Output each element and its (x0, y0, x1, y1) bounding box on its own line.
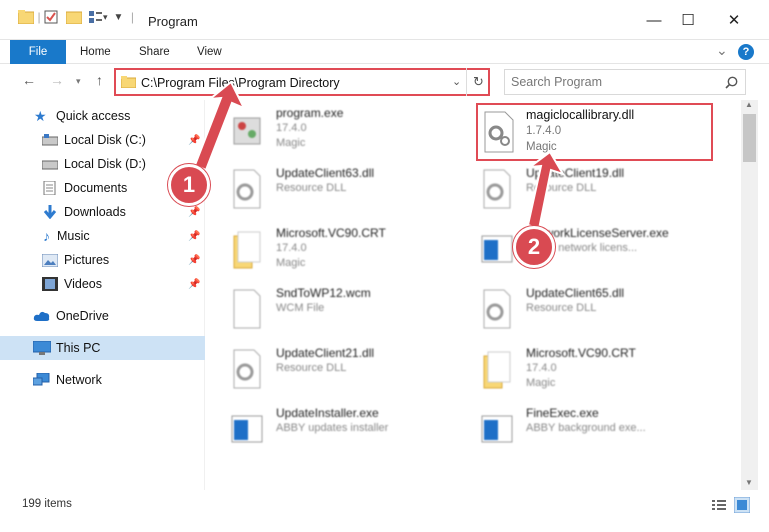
dll-file-icon (233, 349, 261, 389)
recent-locations-icon[interactable]: ▾ (76, 76, 81, 87)
search-placeholder: Search Program (511, 75, 603, 89)
document-file-icon (233, 289, 261, 329)
item-count: 199 items (22, 498, 72, 510)
file-item[interactable]: UpdateClient63.dll Resource DLL (216, 164, 456, 220)
pin-icon[interactable]: 📌 (188, 231, 200, 242)
scroll-down-icon[interactable]: ▼ (745, 478, 753, 487)
quick-access-toolbar: | ▾ ▼ | (18, 10, 137, 24)
dll-file-icon (484, 111, 514, 153)
drive-icon (42, 134, 58, 146)
maximize-button[interactable]: ☐ (665, 0, 711, 40)
title-bar: | ▾ ▼ | Program — ☐ ✕ (0, 0, 769, 40)
scrollbar-thumb[interactable] (743, 114, 756, 162)
address-dropdown-icon[interactable]: ⌄ (452, 75, 461, 88)
search-input[interactable]: Search Program (504, 69, 746, 95)
file-item[interactable]: UpdateClient65.dll Resource DLL (466, 284, 706, 340)
new-folder-icon[interactable] (66, 10, 82, 24)
annotation-badge-2: 2 (513, 226, 555, 268)
file-item[interactable]: Microsoft.VC90.CRT 17.4.0 Magic (216, 224, 456, 280)
file-item[interactable]: UpdateInstaller.exe ABBY updates install… (216, 404, 456, 460)
address-bar[interactable]: C:\Program Files\Program Directory ⌄ ↻ (114, 68, 490, 96)
app-file-icon (481, 235, 513, 263)
forward-arrow-icon[interactable]: → (50, 72, 64, 88)
search-icon (725, 76, 738, 89)
ribbon-tabs: File Home Share View ⌄ ? (0, 40, 769, 64)
music-icon: ♪ (43, 228, 50, 244)
folder-icon (483, 351, 511, 389)
properties-icon[interactable] (44, 10, 58, 24)
file-item-highlighted[interactable]: magiclocallibrary.dll 1.7.4.0 Magic (476, 103, 713, 161)
folder-icon (233, 231, 261, 269)
folder-icon[interactable] (18, 10, 34, 24)
file-item[interactable]: UpdateClient21.dll Resource DLL (216, 344, 456, 400)
cloud-icon (33, 311, 50, 321)
sidebar-item-quick-access[interactable]: ★ Quick access (0, 104, 205, 128)
network-icon (33, 373, 50, 386)
pictures-icon (42, 253, 58, 267)
refresh-icon[interactable]: ↻ (473, 74, 484, 90)
chevron-down-icon[interactable]: ▾ (103, 12, 108, 23)
dll-file-icon (233, 169, 261, 209)
pin-icon[interactable]: 📌 (188, 207, 200, 218)
close-button[interactable]: ✕ (711, 0, 757, 40)
pin-icon[interactable]: 📌 (188, 255, 200, 266)
status-bar: 199 items (0, 490, 769, 532)
annotation-badge-1: 1 (168, 164, 210, 206)
back-arrow-icon[interactable]: ← (22, 72, 36, 88)
collapse-ribbon-icon[interactable]: ⌄ (716, 42, 728, 59)
dll-file-icon (483, 169, 511, 209)
pin-icon[interactable]: 📌 (188, 279, 200, 290)
sidebar-item-this-pc[interactable]: This PC (0, 336, 205, 360)
dll-file-icon (483, 289, 511, 329)
documents-icon (43, 181, 56, 195)
file-item[interactable]: Microsoft.VC90.CRT 17.4.0 Magic (466, 344, 706, 400)
file-version: 1.7.4.0 (526, 125, 562, 137)
videos-icon (42, 277, 58, 291)
view-icon[interactable] (88, 10, 102, 24)
computer-icon (33, 341, 51, 355)
pin-icon[interactable]: 📌 (188, 135, 200, 146)
large-icons-view-icon[interactable] (734, 497, 750, 513)
sidebar-item-onedrive[interactable]: OneDrive (0, 304, 205, 328)
app-file-icon (481, 415, 513, 443)
drive-icon (42, 160, 58, 170)
download-icon (43, 205, 57, 219)
customize-toolbar-icon[interactable]: ▼ (114, 12, 124, 23)
star-icon: ★ (34, 107, 47, 124)
file-item[interactable]: UpdateClient19.dll Resource DLL (466, 164, 706, 220)
details-view-icon[interactable] (712, 499, 726, 511)
file-name: magiclocallibrary.dll (526, 108, 635, 122)
address-path: C:\Program Files\Program Directory (141, 76, 340, 90)
sidebar-item-local-disk-c[interactable]: Local Disk (C:) 📌 (0, 128, 205, 152)
navigation-pane: ★ Quick access Local Disk (C:) 📌 Local D… (0, 100, 205, 490)
address-row: ← → ▾ ↑ C:\Program Files\Program Directo… (0, 64, 769, 98)
sidebar-item-network[interactable]: Network (0, 368, 205, 392)
file-item[interactable]: FineExec.exe ABBY background exe... (466, 404, 706, 460)
vertical-scrollbar[interactable]: ▲ ▼ (741, 100, 758, 490)
help-icon[interactable]: ? (738, 44, 754, 60)
sidebar-item-pictures[interactable]: Pictures 📌 (0, 248, 205, 272)
folder-icon (121, 76, 136, 88)
tab-view[interactable]: View (185, 40, 234, 64)
scroll-up-icon[interactable]: ▲ (745, 100, 753, 109)
sidebar-item-downloads[interactable]: Downloads 📌 (0, 200, 205, 224)
exe-file-icon (233, 117, 261, 145)
sidebar-item-music[interactable]: ♪ Music 📌 (0, 224, 205, 248)
tab-share[interactable]: Share (127, 40, 182, 64)
file-company: Magic (526, 141, 557, 153)
tab-file[interactable]: File (10, 40, 66, 64)
file-item[interactable]: NetworkLicenseServer.exe ABBY network li… (466, 224, 706, 280)
file-item[interactable]: SndToWP12.wcm WCM File (216, 284, 456, 340)
window-title: Program (148, 14, 198, 29)
sidebar-item-videos[interactable]: Videos 📌 (0, 272, 205, 296)
app-file-icon (231, 415, 263, 443)
tab-home[interactable]: Home (68, 40, 123, 64)
file-item[interactable]: program.exe 17.4.0 Magic (216, 104, 456, 160)
up-arrow-icon[interactable]: ↑ (96, 72, 103, 88)
